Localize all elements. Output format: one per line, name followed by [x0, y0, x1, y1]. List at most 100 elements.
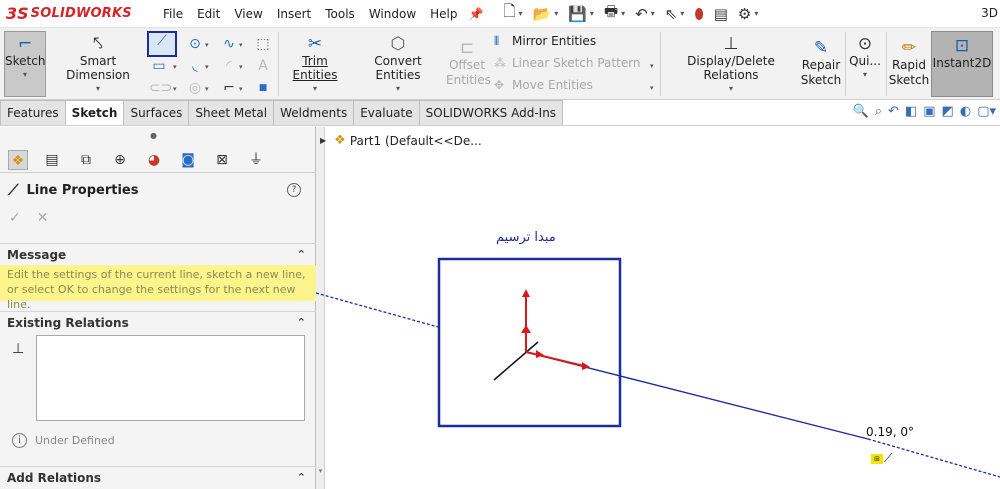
- text-tool-icon[interactable]: A: [253, 56, 273, 76]
- help-icon[interactable]: ?: [287, 183, 301, 197]
- plane-tool-icon[interactable]: ⌐: [219, 78, 239, 98]
- solidworks-logo[interactable]: 3S SOLIDWORKS: [0, 4, 140, 23]
- property-manager-tab-icon[interactable]: ▤: [42, 150, 62, 170]
- file-properties-icon[interactable]: ▤: [714, 5, 728, 23]
- feature-manager-tab-icon[interactable]: ❖: [8, 149, 28, 170]
- mirror-entities-button[interactable]: ⫴ Mirror Entities: [494, 30, 641, 52]
- chevron-down-icon[interactable]: ▾: [651, 9, 655, 18]
- display-manager-tab-icon[interactable]: ◕: [144, 150, 164, 170]
- chevron-down-icon[interactable]: ▾: [50, 84, 146, 93]
- chevron-down-icon[interactable]: ▾: [554, 9, 558, 18]
- tab-solidworks-add-ins[interactable]: SOLIDWORKS Add-Ins: [418, 100, 564, 125]
- chevron-down-icon[interactable]: ▾: [354, 84, 442, 93]
- chevron-down-icon[interactable]: ▾: [664, 84, 798, 93]
- construction-geometry-icon[interactable]: ⬚: [253, 34, 273, 54]
- chevron-down-icon[interactable]: ▾: [173, 63, 177, 71]
- simulation-manager-tab-icon[interactable]: ⊠: [212, 150, 232, 170]
- existing-relations-header[interactable]: Existing Relations ⌃: [0, 311, 316, 333]
- chevron-down-icon[interactable]: ▾: [5, 70, 45, 79]
- chevron-down-icon[interactable]: ▾: [650, 84, 654, 92]
- add-relations-header[interactable]: Add Relations ⌃: [0, 466, 316, 488]
- trim-entities-button[interactable]: ✂ Trim Entities ▾: [282, 34, 348, 93]
- pin-menu-icon[interactable]: 📌: [469, 7, 484, 21]
- chevron-down-icon[interactable]: ▾: [205, 41, 209, 49]
- chevron-down-icon[interactable]: ▾: [173, 85, 177, 93]
- sketch-button[interactable]: ⌐ Sketch ▾: [4, 31, 46, 97]
- zoom-to-area-icon[interactable]: ⌕: [875, 104, 882, 119]
- fillet-tool-icon[interactable]: ◜: [219, 56, 239, 76]
- instant2d-button[interactable]: ⊡ Instant2D: [931, 31, 993, 97]
- cancel-close-icon[interactable]: ✕: [37, 210, 49, 226]
- chevron-down-icon[interactable]: ▾: [239, 63, 243, 71]
- display-delete-relations-button[interactable]: ⊥ Display/Delete Relations ▾: [664, 34, 798, 93]
- rectangle-tool-icon[interactable]: ▭: [149, 56, 169, 76]
- menu-file[interactable]: File: [156, 7, 190, 21]
- undo-icon[interactable]: ↶: [635, 5, 648, 23]
- chevron-down-icon[interactable]: ▾: [205, 63, 209, 71]
- feature-tree-flyout[interactable]: ▶ ❖ Part1 (Default<<De...: [320, 133, 482, 148]
- offset-entities-button[interactable]: ⊏ Offset Entities: [446, 38, 491, 88]
- rapid-sketch-button[interactable]: ✏ Rapid Sketch: [888, 38, 930, 88]
- save-icon[interactable]: 💾: [568, 5, 587, 23]
- ok-check-icon[interactable]: ✓: [9, 210, 21, 226]
- menu-tools[interactable]: Tools: [318, 7, 362, 21]
- previous-view-icon[interactable]: ↶: [888, 104, 899, 119]
- 3d-experience-label[interactable]: 3D: [981, 6, 998, 20]
- chevron-down-icon[interactable]: ▾: [680, 9, 684, 18]
- menu-help[interactable]: Help: [423, 7, 464, 21]
- chevron-down-icon[interactable]: ▾: [519, 9, 523, 18]
- chevron-down-icon[interactable]: ▾: [754, 9, 758, 18]
- circle-tool-icon[interactable]: ⊙: [185, 34, 205, 54]
- chevron-down-icon[interactable]: ▾: [205, 85, 209, 93]
- section-view-icon[interactable]: ◧: [905, 104, 917, 119]
- chevron-down-icon[interactable]: ▾: [239, 41, 243, 49]
- hide-show-items-icon[interactable]: ◐: [960, 104, 971, 119]
- cam-manager-tab-icon[interactable]: ◙: [178, 150, 198, 170]
- chevron-down-icon[interactable]: ▾: [621, 9, 625, 18]
- chevron-down-icon[interactable]: ▾: [239, 85, 243, 93]
- message-section-header[interactable]: Message ⌃: [0, 243, 316, 265]
- zoom-to-fit-icon[interactable]: 🔍: [853, 104, 869, 119]
- tab-weldments[interactable]: Weldments: [273, 100, 355, 125]
- chevron-down-icon[interactable]: ▾: [848, 70, 882, 79]
- rebuild-traffic-light-icon[interactable]: ⬮: [694, 5, 703, 23]
- slot-tool-icon[interactable]: ⊂⊃: [149, 78, 172, 98]
- existing-relations-list[interactable]: [36, 335, 305, 421]
- line-tool-icon[interactable]: ⟋: [147, 31, 177, 57]
- pane-grip-handle[interactable]: ●: [150, 131, 157, 140]
- expand-arrow-icon[interactable]: ▶: [320, 136, 326, 145]
- options-gear-icon[interactable]: ⚙: [738, 5, 751, 23]
- convert-entities-button[interactable]: ⬡ Convert Entities ▾: [354, 34, 442, 93]
- point-tool-icon[interactable]: ■: [253, 78, 273, 98]
- menu-view[interactable]: View: [227, 7, 269, 21]
- display-style-icon[interactable]: ◩: [942, 104, 954, 119]
- repair-sketch-button[interactable]: ✎ Repair Sketch: [800, 38, 842, 88]
- menu-window[interactable]: Window: [362, 7, 423, 21]
- move-entities-button[interactable]: ✥ Move Entities: [494, 74, 641, 96]
- appearance-manager-tab-icon[interactable]: ⏚: [246, 150, 266, 170]
- chevron-down-icon[interactable]: ▾: [650, 62, 654, 70]
- spline-tool-icon[interactable]: ∿: [219, 34, 239, 54]
- tab-surfaces[interactable]: Surfaces: [123, 100, 190, 125]
- linear-sketch-pattern-button[interactable]: ⁂ Linear Sketch Pattern: [494, 52, 641, 74]
- tab-sketch[interactable]: Sketch: [64, 100, 125, 125]
- tab-sheet-metal[interactable]: Sheet Metal: [188, 100, 275, 125]
- polygon-tool-icon[interactable]: ◎: [185, 78, 205, 98]
- view-orientation-icon[interactable]: ▣: [923, 104, 935, 119]
- print-icon[interactable]: 🖶: [604, 1, 618, 26]
- tab-evaluate[interactable]: Evaluate: [353, 100, 420, 125]
- collapse-chevron-icon[interactable]: ⌃: [297, 467, 306, 489]
- dimxpert-manager-tab-icon[interactable]: ⊕: [110, 150, 130, 170]
- configuration-manager-tab-icon[interactable]: ⧉: [76, 150, 96, 170]
- tab-features[interactable]: Features: [0, 100, 66, 125]
- chevron-down-icon[interactable]: ▾: [590, 9, 594, 18]
- menu-edit[interactable]: Edit: [190, 7, 227, 21]
- select-cursor-icon[interactable]: ⇖: [665, 5, 678, 23]
- smart-dimension-button[interactable]: ⤣ Smart Dimension ▾: [50, 34, 146, 93]
- chevron-down-icon[interactable]: ▾: [282, 84, 348, 93]
- open-folder-icon[interactable]: 📂: [533, 5, 552, 23]
- collapse-chevron-icon[interactable]: ⌃: [297, 312, 306, 334]
- menu-insert[interactable]: Insert: [270, 7, 318, 21]
- arc-tool-icon[interactable]: ◟: [185, 56, 205, 76]
- collapse-chevron-icon[interactable]: ⌃: [297, 244, 306, 266]
